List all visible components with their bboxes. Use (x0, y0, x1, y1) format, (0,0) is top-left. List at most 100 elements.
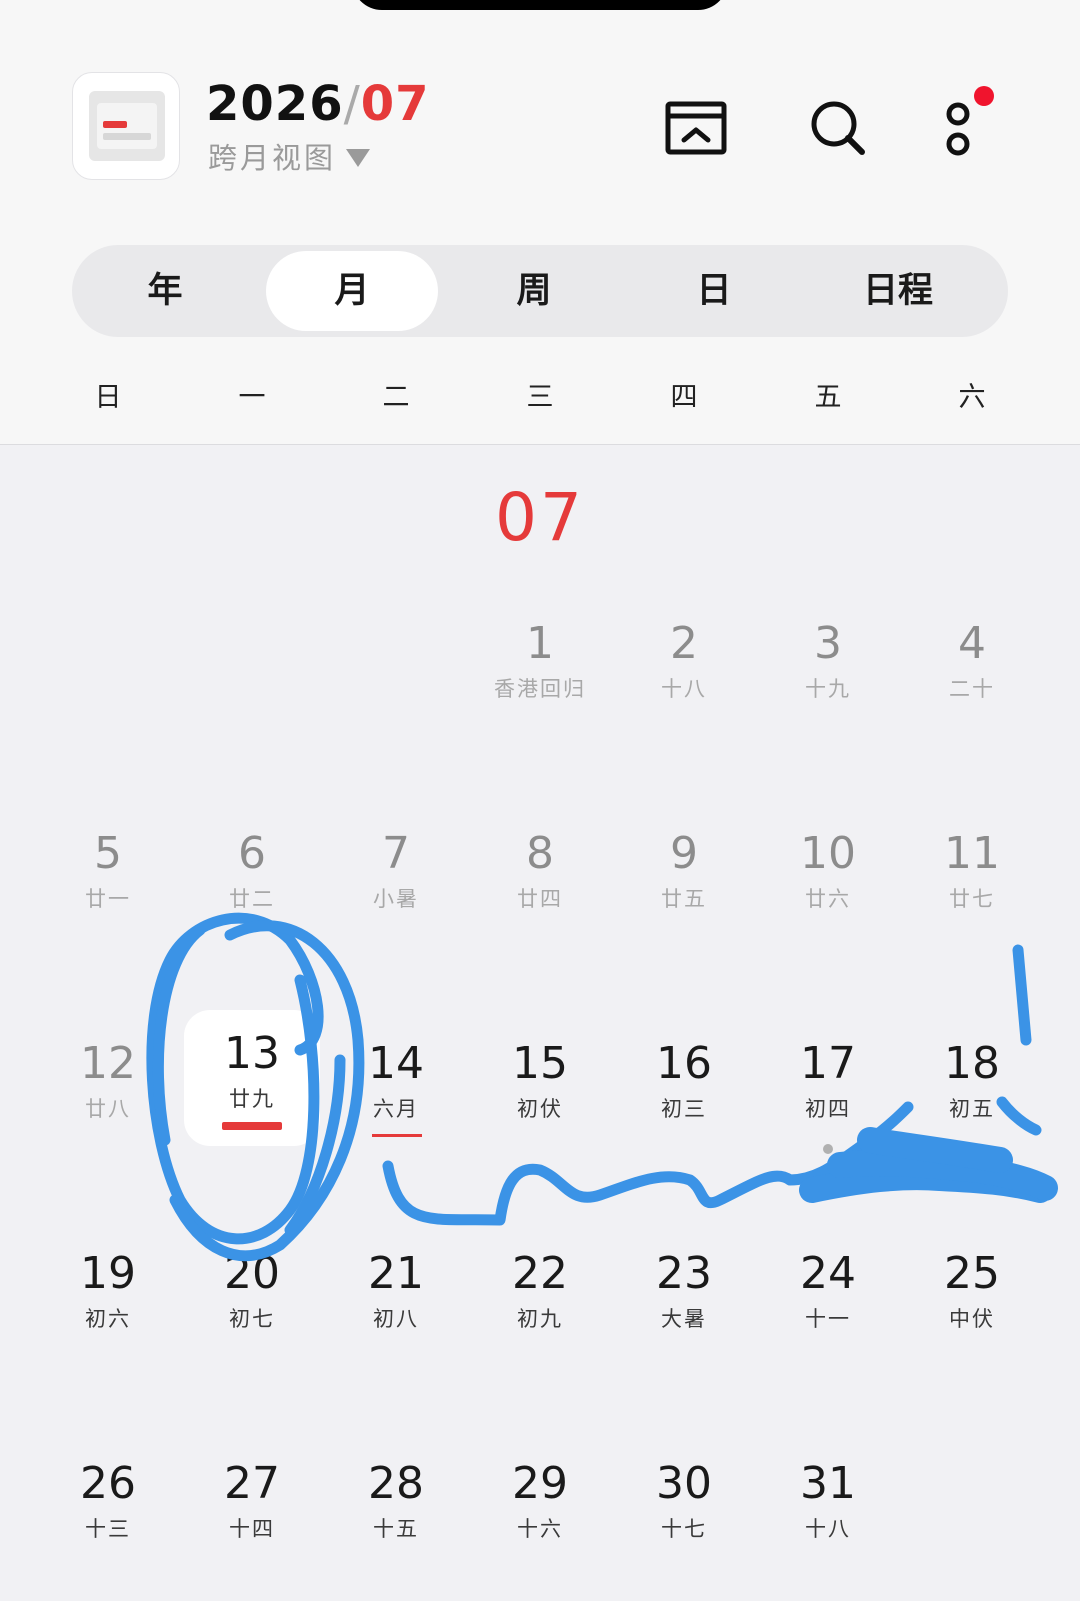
month-heading: 07 (495, 479, 585, 556)
month-label-header: 07 (360, 76, 430, 132)
day-number: 18 (944, 1038, 1000, 1089)
app-logo-icon[interactable] (72, 72, 180, 180)
day-number: 30 (656, 1458, 712, 1509)
new-month-underline (372, 1134, 422, 1137)
day-lunar-label: 十四 (229, 1517, 275, 1541)
day-number: 31 (800, 1458, 856, 1509)
day-number: 6 (238, 828, 266, 879)
day-number: 19 (80, 1248, 136, 1299)
day-lunar-label: 初八 (373, 1307, 419, 1331)
day-cell[interactable]: 7 小暑 (324, 826, 468, 1026)
weekday-tue: 二 (382, 382, 410, 413)
day-lunar-label: 初九 (517, 1307, 563, 1331)
day-cell[interactable]: 5 廿一 (36, 826, 180, 1026)
day-number: 16 (656, 1038, 712, 1089)
view-tab-bar: 年 月 周 日 日程 (72, 245, 1008, 337)
day-cell[interactable]: 29 十六 (468, 1456, 612, 1601)
day-number: 12 (80, 1038, 136, 1089)
day-number: 5 (94, 828, 122, 879)
day-number: 7 (382, 828, 410, 879)
day-number: 1 (526, 618, 554, 669)
day-cell[interactable]: 18 初五 (900, 1036, 1044, 1236)
day-cell[interactable]: 9 廿五 (612, 826, 756, 1026)
day-cell[interactable]: 31 十八 (756, 1456, 900, 1601)
tab-month[interactable]: 月 (266, 251, 438, 331)
day-number: 14 (368, 1038, 424, 1089)
day-cell[interactable]: 3 十九 (756, 616, 900, 816)
day-lunar-label: 十八 (661, 677, 707, 701)
day-cell[interactable]: 23 大暑 (612, 1246, 756, 1446)
day-cell[interactable]: 6 廿二 (180, 826, 324, 1026)
tab-year[interactable]: 年 (102, 251, 228, 331)
day-number: 17 (800, 1038, 856, 1089)
weekday-wed: 三 (526, 382, 554, 413)
event-dot (823, 1144, 833, 1154)
day-cell[interactable]: 22 初九 (468, 1246, 612, 1446)
day-number: 11 (944, 828, 1000, 879)
view-mode-dropdown[interactable]: 跨月视图 (208, 140, 371, 176)
more-icon[interactable] (940, 86, 1004, 166)
day-lunar-label: 廿六 (805, 887, 851, 911)
day-lunar-label: 廿一 (85, 887, 131, 911)
day-cell[interactable]: 21 初八 (324, 1246, 468, 1446)
day-lunar-label: 大暑 (661, 1307, 707, 1331)
day-lunar-label: 十八 (805, 1517, 851, 1541)
back-to-today-icon[interactable] (664, 96, 728, 160)
dropdown-triangle-icon (346, 149, 371, 167)
logo-grey-line (103, 133, 151, 140)
day-cell[interactable]: 2 十八 (612, 616, 756, 816)
day-lunar-label: 初伏 (517, 1097, 563, 1121)
day-lunar-label: 廿八 (85, 1097, 131, 1121)
day-lunar-label: 廿五 (661, 887, 707, 911)
day-cell[interactable]: 16 初三 (612, 1036, 756, 1236)
day-cell[interactable]: 27 十四 (180, 1456, 324, 1601)
day-number: 23 (656, 1248, 712, 1299)
tab-week[interactable]: 周 (464, 251, 604, 331)
day-lunar-label: 廿九 (229, 1087, 275, 1111)
day-number: 20 (224, 1248, 280, 1299)
weekday-sun: 日 (94, 382, 122, 413)
header-area: 2026/07 跨月视图 年 月 周 日 日程 日 一 二 三 四 五 六 (0, 0, 1080, 445)
day-cell[interactable]: 12 廿八 (36, 1036, 180, 1236)
day-number: 2 (670, 618, 698, 669)
day-cell[interactable]: 25 中伏 (900, 1246, 1044, 1446)
day-cell[interactable]: 24 十一 (756, 1246, 900, 1446)
weekday-thu: 四 (670, 382, 698, 413)
weekday-fri: 五 (814, 382, 842, 413)
day-cell[interactable]: 19 初六 (36, 1246, 180, 1446)
day-number: 26 (80, 1458, 136, 1509)
day-cell[interactable]: 10 廿六 (756, 826, 900, 1026)
date-separator: / (343, 76, 361, 132)
day-cell[interactable]: 4 二十 (900, 616, 1044, 816)
tab-day[interactable]: 日 (644, 251, 784, 331)
day-lunar-label: 中伏 (949, 1307, 995, 1331)
year-label: 2026 (206, 76, 344, 132)
day-cell[interactable]: 17 初四 (756, 1036, 900, 1236)
day-cell[interactable]: 1 香港回归 (468, 616, 612, 816)
day-lunar-label: 小暑 (373, 887, 419, 911)
day-cell[interactable]: 8 廿四 (468, 826, 612, 1026)
day-number: 10 (800, 828, 856, 879)
weekday-sat: 六 (958, 382, 986, 413)
year-month-title[interactable]: 2026/07 (206, 76, 430, 132)
day-number: 15 (512, 1038, 568, 1089)
day-cell[interactable]: 15 初伏 (468, 1036, 612, 1236)
day-lunar-label: 十六 (517, 1517, 563, 1541)
search-icon[interactable] (806, 96, 870, 160)
day-lunar-label: 廿二 (229, 887, 275, 911)
day-cell[interactable]: 20 初七 (180, 1246, 324, 1446)
day-number: 21 (368, 1248, 424, 1299)
day-cell[interactable]: 30 十七 (612, 1456, 756, 1601)
day-lunar-label: 廿四 (517, 887, 563, 911)
day-number: 13 (224, 1028, 280, 1079)
day-number: 29 (512, 1458, 568, 1509)
day-lunar-label: 初四 (805, 1097, 851, 1121)
weekday-mon: 一 (238, 382, 266, 413)
day-lunar-label: 六月 (373, 1097, 419, 1121)
day-lunar-label: 香港回归 (494, 677, 586, 701)
day-cell[interactable]: 28 十五 (324, 1456, 468, 1601)
day-cell[interactable]: 11 廿七 (900, 826, 1044, 1026)
day-lunar-label: 十一 (805, 1307, 851, 1331)
day-cell[interactable]: 26 十三 (36, 1456, 180, 1601)
tab-schedule[interactable]: 日程 (828, 251, 968, 331)
